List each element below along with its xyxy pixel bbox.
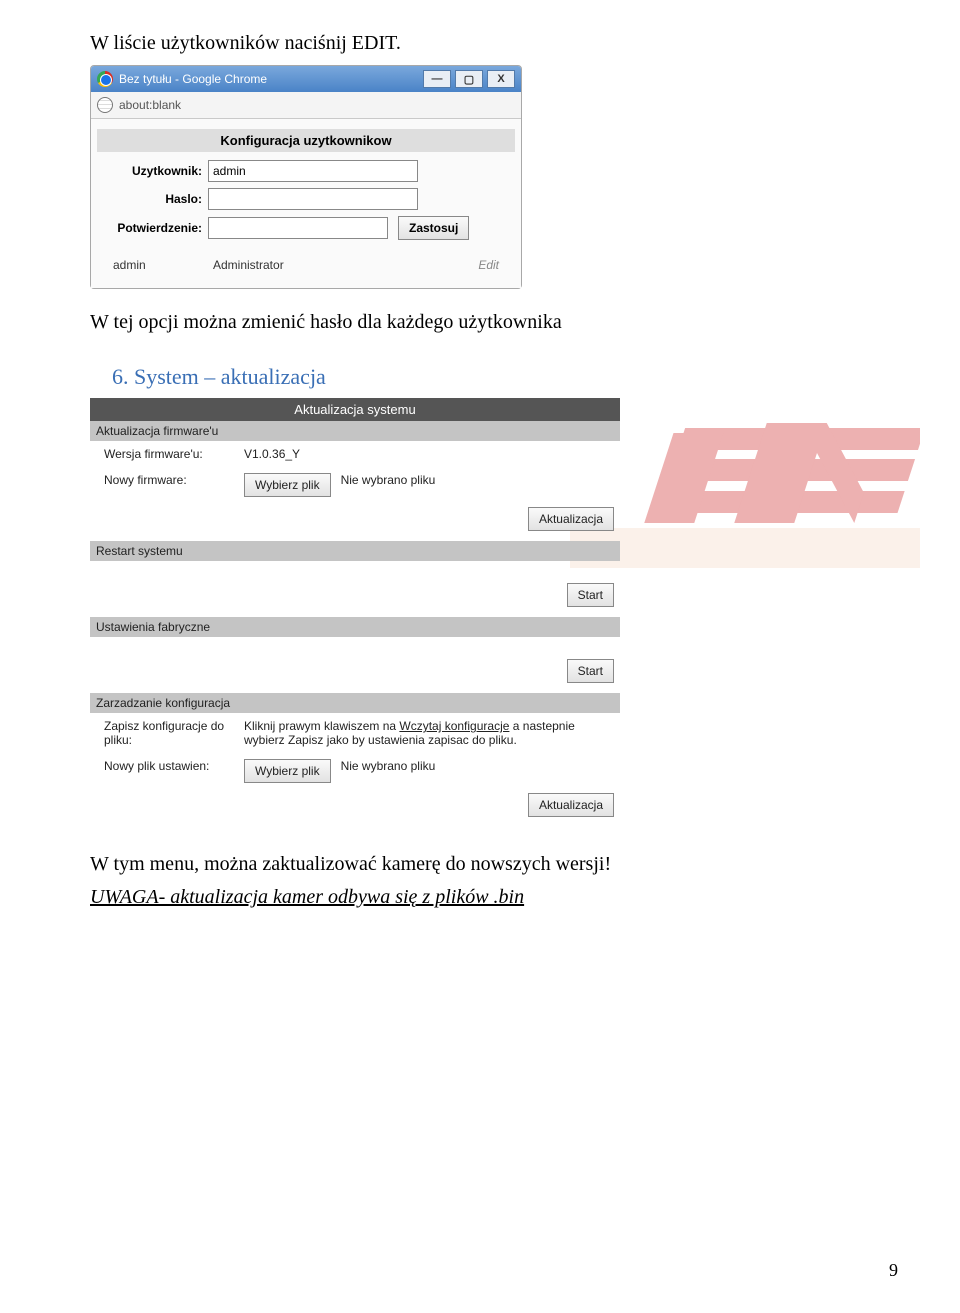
user-config-panel: Konfiguracja uzytkownikow Uzytkownik: Ha… [91,119,521,288]
apply-button[interactable]: Zastosuj [398,216,469,240]
panel-title: Konfiguracja uzytkownikow [97,129,515,152]
fw-new-label: Nowy firmware: [104,473,234,487]
firmware-header: Aktualizacja firmware'u [90,421,620,441]
load-config-link[interactable]: Wczytaj konfiguracje [399,719,509,733]
confirm-label: Potwierdzenie: [97,221,208,235]
restart-start-button[interactable]: Start [567,583,614,607]
choose-config-file-button[interactable]: Wybierz plik [244,759,331,783]
note-text: UWAGA- aktualizacja kamer odbywa się z p… [90,886,870,909]
page-number: 9 [889,1260,898,1281]
fw-version-value: V1.0.36_Y [244,447,300,461]
no-config-file-text: Nie wybrano pliku [341,759,436,773]
restart-header: Restart systemu [90,541,620,561]
window-title: Bez tytułu - Google Chrome [119,72,267,86]
user-cell: admin [113,258,213,272]
globe-icon [97,97,113,113]
save-config-label: Zapisz konfiguracje do pliku: [104,719,234,747]
system-update-title: Aktualizacja systemu [90,398,620,421]
after-window-text: W tej opcji można zmienić hasło dla każd… [90,311,870,334]
choose-file-button[interactable]: Wybierz plik [244,473,331,497]
password-label: Haslo: [97,192,208,206]
factory-start-button[interactable]: Start [567,659,614,683]
config-header: Zarzadzanie konfiguracja [90,693,620,713]
window-close-button[interactable]: X [487,70,515,88]
user-list-row: admin Administrator Edit [97,258,515,278]
section-heading-6: 6. System – aktualizacja [90,364,870,390]
intro-text: W liście użytkowników naciśnij EDIT. [90,32,870,55]
user-label: Uzytkownik: [97,164,208,178]
chrome-window: Bez tytułu - Google Chrome — ▢ X about:b… [90,65,522,289]
update-firmware-button[interactable]: Aktualizacja [528,507,614,531]
new-config-label: Nowy plik ustawien: [104,759,234,773]
watermark-logo [570,408,920,588]
window-minimize-button[interactable]: — [423,70,451,88]
save-config-txt1: Kliknij prawym klawiszem na [244,719,399,733]
chrome-icon [97,71,113,87]
url-text[interactable]: about:blank [119,98,181,112]
fw-version-label: Wersja firmware'u: [104,447,234,461]
role-cell: Administrator [213,258,333,272]
update-config-button[interactable]: Aktualizacja [528,793,614,817]
save-config-instructions: Kliknij prawym klawiszem na Wczytaj konf… [244,719,614,747]
no-file-text: Nie wybrano pliku [341,473,436,487]
factory-header: Ustawienia fabryczne [90,617,620,637]
system-update-panel: Aktualizacja systemu Aktualizacja firmwa… [90,398,620,827]
window-maximize-button[interactable]: ▢ [455,70,483,88]
edit-link[interactable]: Edit [478,258,499,272]
window-titlebar: Bez tytułu - Google Chrome — ▢ X [91,66,521,92]
address-bar: about:blank [91,92,521,119]
confirm-input[interactable] [208,217,388,239]
summary-text: W tym menu, można zaktualizować kamerę d… [90,853,870,876]
password-input[interactable] [208,188,418,210]
user-input[interactable] [208,160,418,182]
